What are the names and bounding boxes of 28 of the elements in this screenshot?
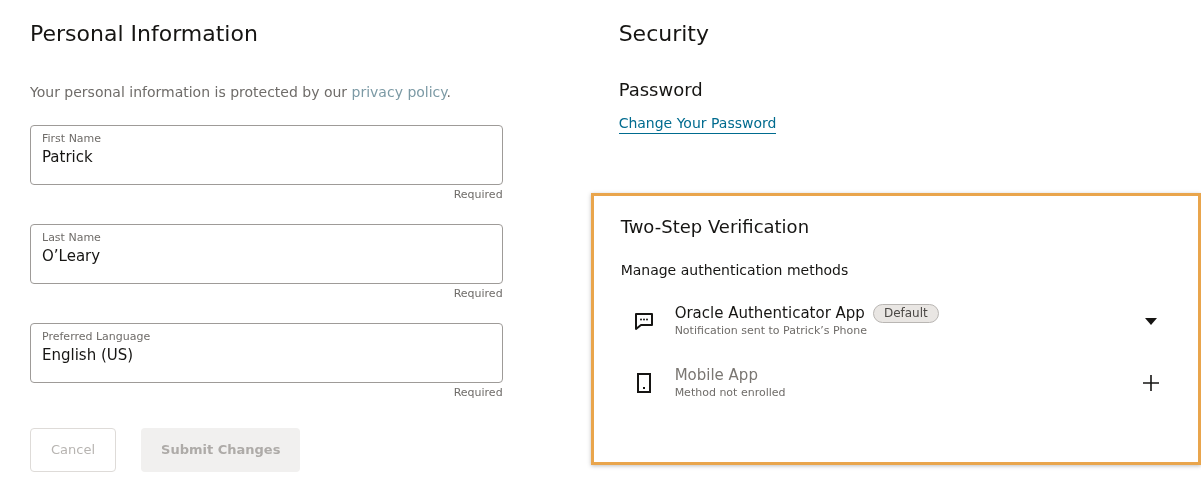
method-detail: Notification sent to Patrick’s Phone bbox=[674, 323, 869, 339]
privacy-notice: Your personal information is protected by our privacy policy. bbox=[30, 83, 453, 102]
field-value: O’Leary bbox=[42, 247, 101, 265]
section-heading: Personal Information bbox=[30, 20, 259, 48]
text-field[interactable]: First Name Patrick bbox=[30, 125, 503, 185]
required-hint: Required bbox=[452, 188, 503, 202]
password-heading: Password bbox=[618, 78, 704, 102]
field-value: Patrick bbox=[42, 148, 93, 166]
field-label: First Name bbox=[42, 132, 102, 145]
method-name: Oracle Authenticator App bbox=[674, 304, 865, 322]
field-value: English (US) bbox=[42, 346, 134, 364]
chat-bubble-icon bbox=[632, 310, 655, 332]
required-hint: Required bbox=[452, 386, 503, 400]
method-name: Mobile App bbox=[674, 366, 758, 384]
plus-icon bbox=[1143, 375, 1159, 391]
text-field[interactable]: Last Name O’Leary bbox=[30, 224, 503, 284]
add-button[interactable] bbox=[1143, 375, 1159, 391]
panel-title: Two-Step Verification bbox=[620, 215, 811, 239]
method-detail: Method not enrolled bbox=[674, 385, 786, 401]
section-heading: Security bbox=[618, 20, 710, 48]
field-label: Last Name bbox=[42, 231, 101, 244]
change-password-link[interactable]: Change Your Password bbox=[618, 114, 777, 134]
required-hint: Required bbox=[452, 287, 503, 301]
text-field[interactable]: Preferred Language English (US) bbox=[30, 323, 503, 383]
panel-subtitle: Manage authentication methods bbox=[620, 261, 850, 280]
caret-icon bbox=[1145, 317, 1157, 325]
default-badge: Default bbox=[872, 304, 939, 323]
field-label: Preferred Language bbox=[42, 330, 151, 343]
